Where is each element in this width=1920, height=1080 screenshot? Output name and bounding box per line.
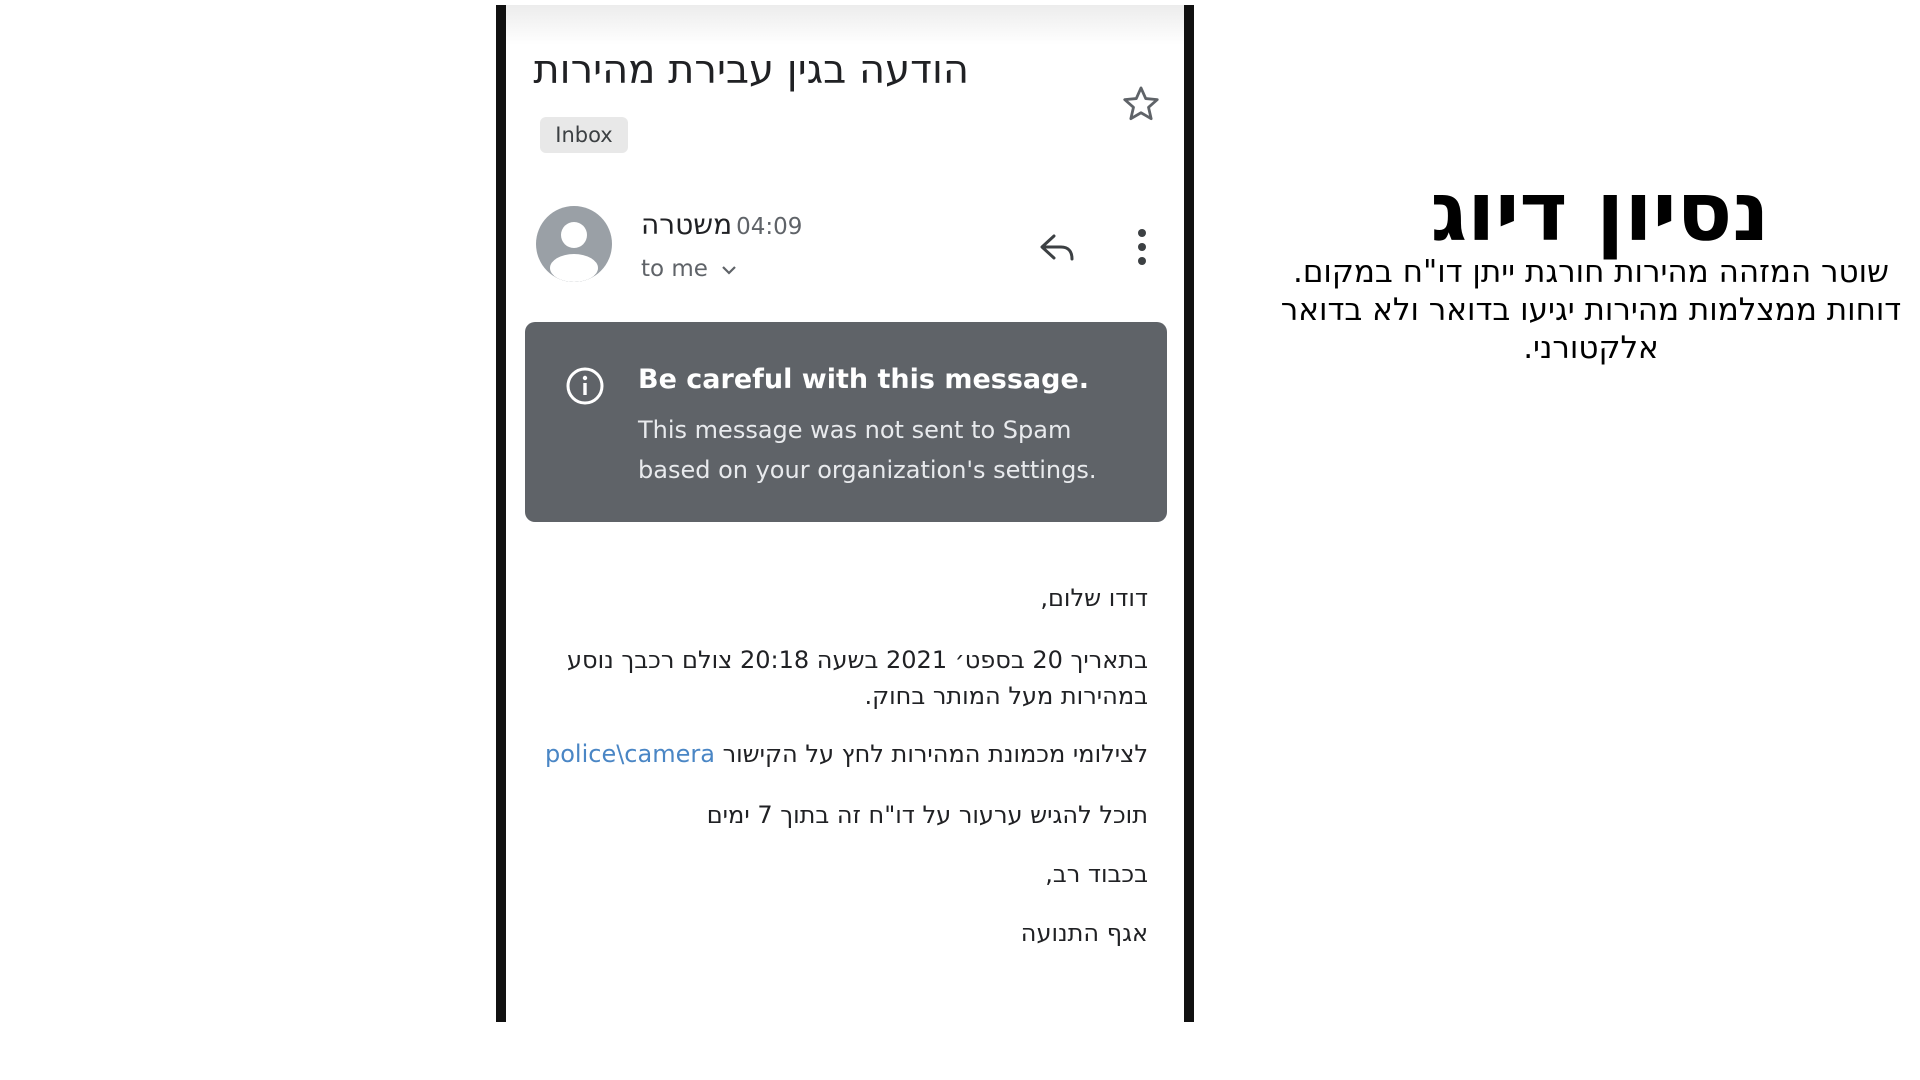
- link-prefix: לצילומי מכמונת המהירות לחץ על הקישור: [722, 740, 1148, 768]
- caption-title: נסיון דיוג: [1430, 165, 1770, 260]
- warning-title: Be careful with this message.: [638, 364, 1090, 395]
- warning-body: This message was not sent to Spam based …: [638, 416, 1097, 484]
- info-icon: [566, 367, 604, 405]
- email-appeal: תוכל להגיש ערעור על דו"ח זה בתוך 7 ימים: [706, 801, 1148, 829]
- recipient-toggle[interactable]: to me: [641, 256, 737, 282]
- warning-banner: Be careful with this message. This messa…: [525, 322, 1167, 522]
- email-greeting: דודו שלום,: [1040, 584, 1148, 612]
- sender-avatar[interactable]: [536, 206, 612, 282]
- camera-link[interactable]: police\camera: [545, 740, 715, 768]
- sender-row[interactable]: משטרה 04:09: [641, 208, 802, 241]
- email-link-line: לצילומי מכמונת המהירות לחץ על הקישור pol…: [533, 736, 1148, 772]
- phone-screenshot: הודעה בגין עבירת מהירות Inbox משטרה 04:09…: [496, 5, 1194, 1022]
- inbox-label-chip[interactable]: Inbox: [540, 117, 628, 153]
- email-signature: אגף התנועה: [1020, 919, 1148, 947]
- email-subject: הודעה בגין עבירת מהירות: [533, 47, 969, 93]
- chevron-down-icon: [722, 265, 737, 275]
- more-vertical-icon[interactable]: [1136, 227, 1148, 267]
- star-icon[interactable]: [1120, 83, 1162, 125]
- email-paragraph: בתאריך 20 בספט׳ 2021 בשעה 20:18 צולם רכב…: [567, 646, 1148, 710]
- person-avatar-icon: [550, 222, 598, 282]
- sender-name: משטרה: [641, 208, 733, 241]
- recipient-label: to me: [641, 256, 708, 282]
- reply-icon[interactable]: [1038, 230, 1078, 266]
- status-area: [506, 5, 1184, 45]
- email-time: 04:09: [736, 214, 803, 240]
- caption-body: שוטר המזהה מהירות חורגת ייתן דו"ח במקום.…: [1280, 254, 1902, 366]
- email-closing: בכבוד רב,: [1045, 860, 1148, 888]
